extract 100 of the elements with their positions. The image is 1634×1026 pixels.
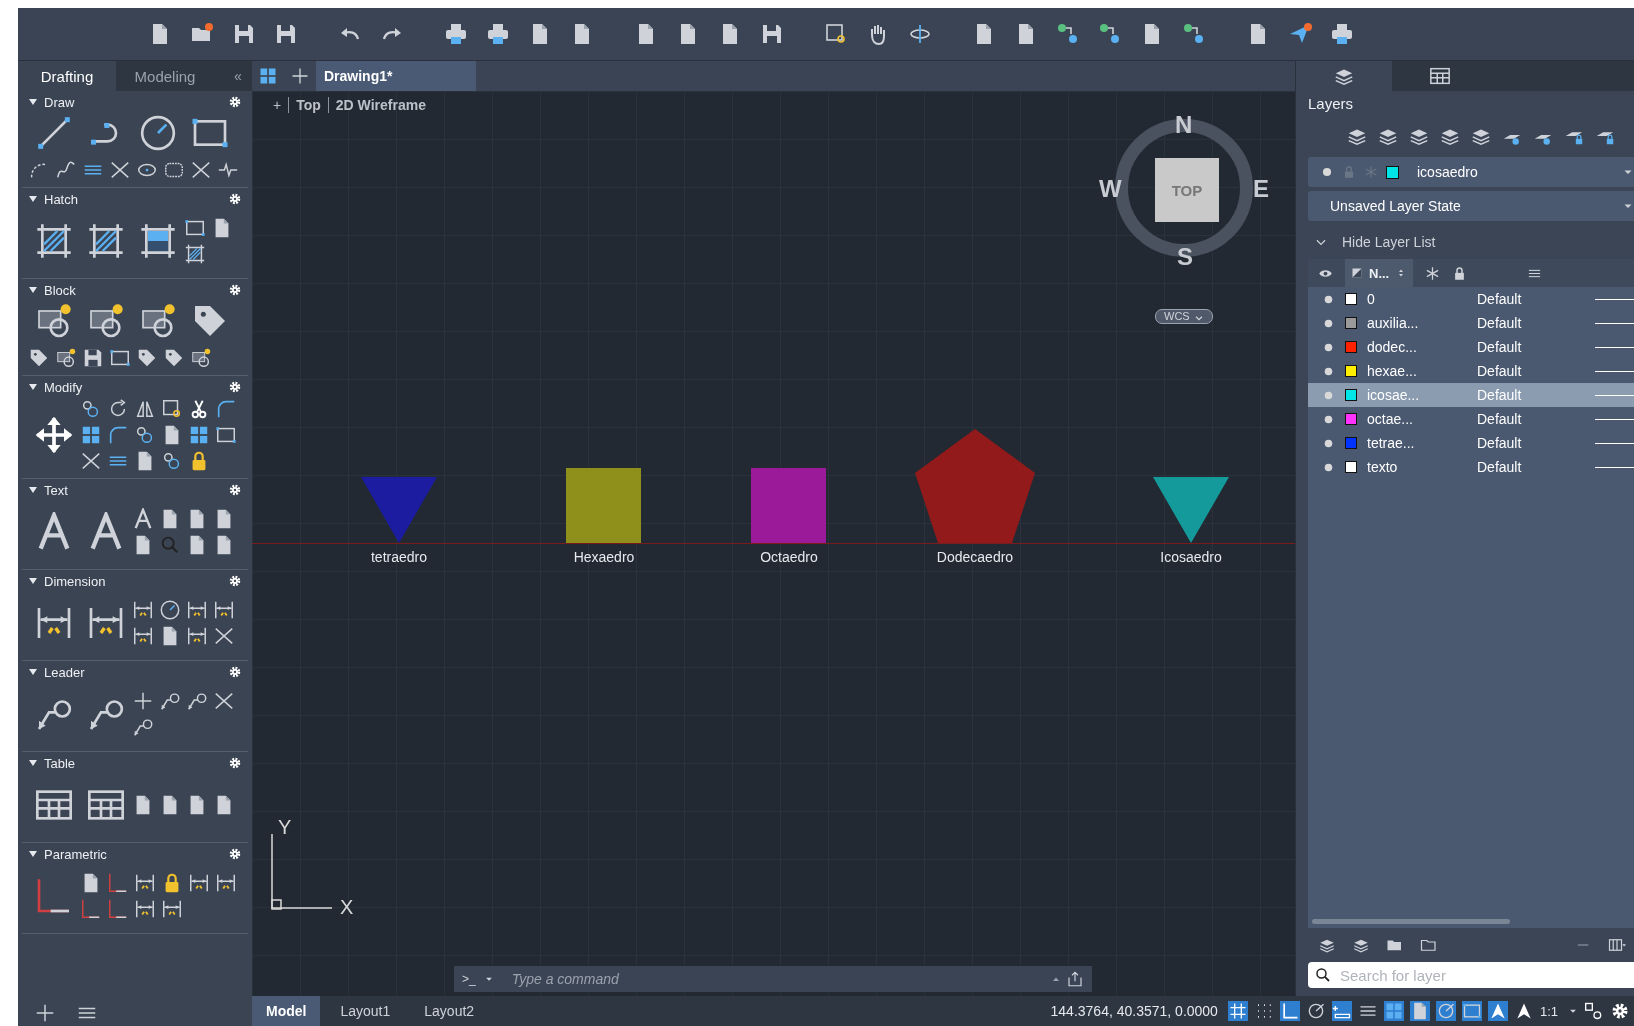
layer-color-swatch[interactable] [1345,413,1357,425]
layer-color-swatch[interactable] [1345,317,1357,329]
block-icon[interactable] [190,347,212,369]
mirror-icon[interactable] [134,398,156,420]
leader-icon[interactable] [159,690,181,712]
rectangle-icon[interactable] [1461,1001,1482,1021]
shapes-icon[interactable] [1584,1001,1604,1021]
constraint-icon[interactable] [107,872,129,894]
block-icon[interactable] [55,347,77,369]
gradient-icon[interactable] [138,221,178,261]
crossed-lines-icon[interactable] [80,450,102,472]
zoom-window-icon[interactable] [824,22,848,46]
annotation-icon[interactable] [1487,1001,1508,1021]
palette-tab[interactable]: Drafting [18,61,116,91]
zoom-window-icon[interactable] [161,398,183,420]
annotation-scale-menu[interactable]: 1:1 [1539,1003,1558,1019]
dimension-icon[interactable] [134,872,156,894]
layer-color-swatch[interactable] [1345,293,1357,305]
hatch-icon[interactable] [34,221,74,261]
layer-color-swatch[interactable] [1345,437,1357,449]
dimension-icon[interactable] [215,872,237,894]
constraint-icon[interactable] [80,898,102,920]
nodes-icon[interactable] [1182,22,1206,46]
fillet-icon[interactable] [107,424,129,446]
panel-tab[interactable] [1296,61,1392,91]
crossed-lines-icon[interactable] [190,159,212,181]
dimension-icon[interactable] [134,898,156,920]
input-icon[interactable] [1331,1001,1352,1021]
move-icon[interactable] [34,415,74,455]
compass-direction[interactable]: S [1177,243,1193,271]
rectangle-icon[interactable] [215,424,237,446]
fillet-icon[interactable] [215,398,237,420]
expand-arrow-icon[interactable] [28,576,38,586]
rectangle-icon[interactable] [109,347,131,369]
plus-icon[interactable] [34,1002,56,1024]
current-layer-dropdown[interactable]: icosaedro [1308,157,1634,187]
plus-icon[interactable] [290,66,310,86]
settings-icon[interactable] [228,756,242,770]
layer-color-swatch[interactable] [1345,341,1357,353]
dimension-icon[interactable] [132,625,154,647]
crossed-lines-icon[interactable] [213,625,235,647]
settings-icon[interactable] [1610,1001,1630,1021]
plus-icon[interactable] [132,690,154,712]
leader-icon[interactable] [132,716,154,738]
settings-icon[interactable] [228,574,242,588]
expand-arrow-icon[interactable] [28,758,38,768]
freeze-icon[interactable] [1425,265,1441,281]
compass-direction[interactable]: W [1099,175,1122,203]
print-icon[interactable] [444,22,468,46]
expand-arrow-icon[interactable] [28,97,38,107]
circle-icon[interactable] [138,113,178,153]
settings-icon[interactable] [228,95,242,109]
name-column-header[interactable]: N... [1345,259,1414,287]
hatch-icon[interactable] [86,221,126,261]
document-icon[interactable] [1409,1001,1430,1021]
layer-row[interactable]: 0 Default [1308,287,1634,311]
print-icon[interactable] [1330,22,1354,46]
expand-arrow-icon[interactable] [28,485,38,495]
expand-arrow-icon[interactable] [28,849,38,859]
compass-direction[interactable]: N [1175,111,1193,139]
viewport-control[interactable]: Top [288,97,328,113]
crossed-lines-icon[interactable] [109,159,131,181]
tiles-icon[interactable] [258,66,278,86]
tag-icon[interactable] [163,347,185,369]
layer-color-swatch[interactable] [1345,461,1357,473]
ortho-icon[interactable] [1279,1001,1300,1021]
viewport-control[interactable]: 2D Wireframe [327,97,433,113]
settings-icon[interactable] [228,192,242,206]
ucs-menu[interactable]: WCS [1155,309,1213,324]
dimension-icon[interactable] [213,599,235,621]
expand-arrow-icon[interactable] [28,285,38,295]
layer-row[interactable]: texto Default [1308,455,1634,479]
command-input[interactable]: Type a command [509,970,1046,988]
tag-icon[interactable] [136,347,158,369]
compass-direction[interactable]: E [1253,175,1269,203]
dimension-icon[interactable] [132,599,154,621]
settings-icon[interactable] [228,665,242,679]
dimension-icon[interactable] [161,898,183,920]
nodes-icon[interactable] [1098,22,1122,46]
share-icon[interactable] [1066,970,1084,988]
settings-icon[interactable] [228,283,242,297]
dimension-icon[interactable] [188,872,210,894]
orbit-icon[interactable] [908,22,932,46]
rectangle-icon[interactable] [184,217,206,239]
save-icon[interactable] [82,347,104,369]
dimension-icon[interactable] [186,599,208,621]
expand-arrow-icon[interactable] [28,194,38,204]
save-icon[interactable] [760,22,784,46]
search-field[interactable]: Search for layer [1308,962,1634,988]
dimension-icon[interactable] [186,625,208,647]
save-icon[interactable] [274,22,298,46]
settings-icon[interactable] [228,483,242,497]
scrollbar-thumb[interactable] [1312,919,1510,924]
array-icon[interactable] [188,424,210,446]
layer-state-dropdown[interactable]: Unsaved Layer State [1308,191,1634,221]
tag-icon[interactable] [28,347,50,369]
command-prompt[interactable]: >_ [462,972,476,986]
viewport-control[interactable]: + [266,97,289,113]
leader-icon[interactable] [186,690,208,712]
crossed-lines-icon[interactable] [213,690,235,712]
